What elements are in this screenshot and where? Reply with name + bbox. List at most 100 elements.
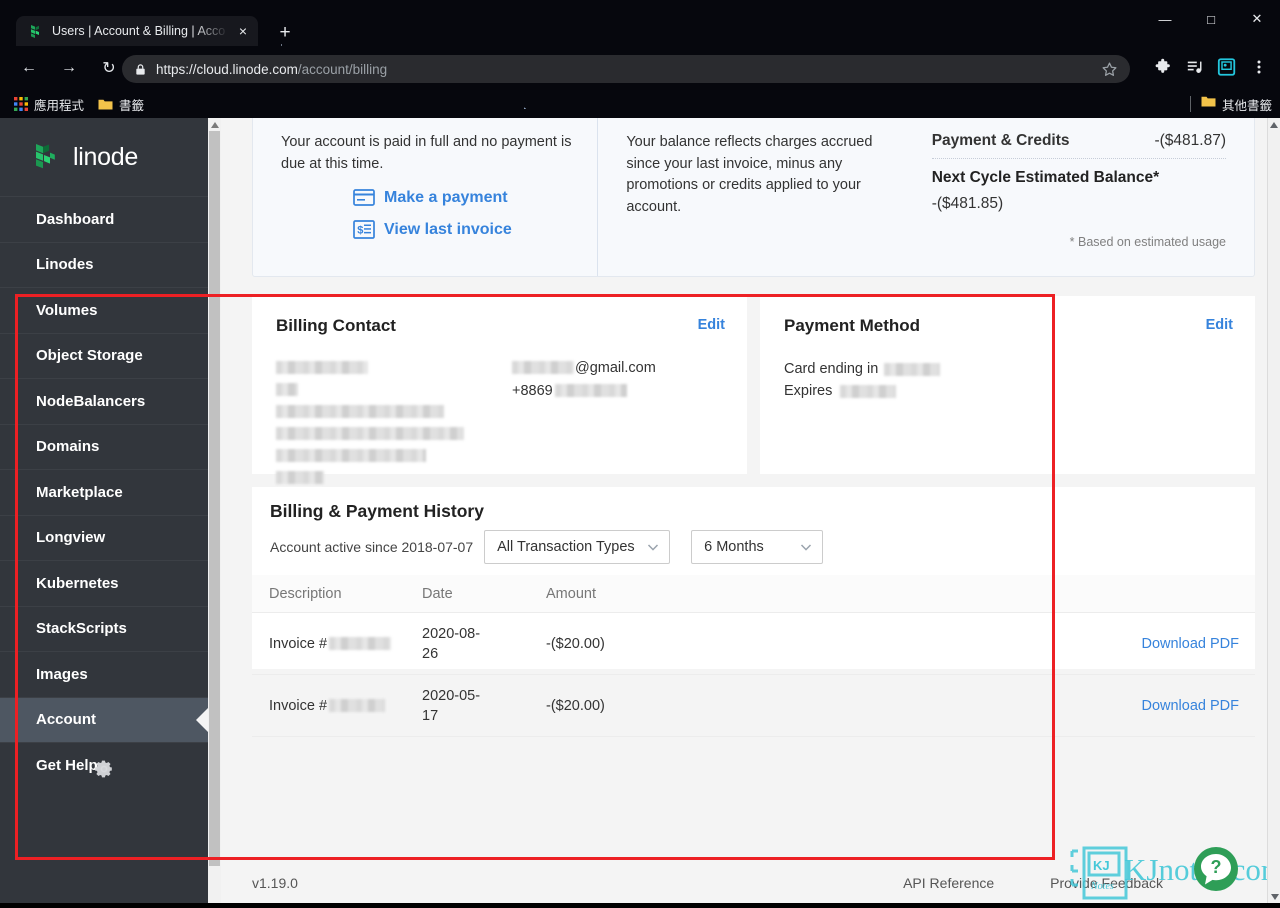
extensions-puzzle-icon[interactable] (1148, 52, 1178, 82)
reload-icon[interactable]: ↻ (92, 53, 126, 83)
payment-credits-row: Payment & Credits -($481.87) (932, 132, 1226, 150)
redacted-block (276, 405, 444, 418)
account-active-since: Account active since 2018-07-07 (270, 539, 473, 555)
scroll-down-arrow-icon[interactable] (1268, 890, 1280, 903)
address-bar[interactable]: https://cloud.linode.com/account/billing (122, 55, 1130, 83)
billing-history-header: Billing & Payment History Account active… (252, 487, 1255, 564)
bookmark-apps-label: 應用程式 (34, 95, 84, 114)
cell-amount: -($20.00) (484, 698, 684, 714)
billing-contact-email: @gmail.com (512, 358, 723, 377)
linode-favicon-icon (28, 23, 44, 39)
sidebar-item-stackscripts[interactable]: StackScripts (0, 606, 208, 652)
redacted-line (276, 446, 512, 465)
view-last-invoice-label: View last invoice (384, 221, 512, 239)
sidebar-item-images[interactable]: Images (0, 651, 208, 697)
sidebar-scrollbar[interactable] (208, 118, 221, 903)
profile-icon[interactable] (1212, 52, 1242, 82)
history-table-body: Invoice #2020-08-26-($20.00)Download PDF… (252, 613, 1255, 737)
next-cycle-value: -($481.85) (932, 195, 1226, 213)
sidebar-item-object-storage[interactable]: Object Storage (0, 333, 208, 379)
bookmark-star-icon[interactable] (1101, 61, 1118, 78)
summary-amounts-column: Payment & Credits -($481.87) Next Cycle … (912, 118, 1254, 276)
make-a-payment-link[interactable]: Make a payment (353, 188, 575, 207)
sidebar-item-volumes[interactable]: Volumes (0, 287, 208, 333)
bookmark-folder[interactable]: 書籤 (98, 95, 144, 114)
scroll-up-arrow-icon[interactable] (208, 118, 221, 131)
billing-history-controls: Account active since 2018-07-07 All Tran… (270, 530, 1255, 564)
sidebar-item-label: NodeBalancers (36, 393, 145, 410)
api-reference-link[interactable]: API Reference (903, 875, 994, 891)
minimize-button[interactable]: — (1142, 4, 1188, 34)
column-header-amount: Amount (546, 586, 746, 602)
page-scrollbar[interactable] (1267, 118, 1280, 903)
window-close-button[interactable]: ✕ (1234, 4, 1280, 34)
sidebar-item-label: Domains (36, 438, 99, 455)
payment-method-body: Card ending in Expires (784, 358, 1231, 402)
scroll-up-arrow-icon[interactable] (1268, 118, 1280, 131)
tab-close-icon[interactable]: × (234, 22, 252, 40)
redacted-block (276, 383, 298, 396)
redacted-block (276, 449, 426, 462)
sidebar-item-domains[interactable]: Domains (0, 424, 208, 470)
sidebar-item-linodes[interactable]: Linodes (0, 242, 208, 288)
media-list-icon[interactable] (1180, 52, 1210, 82)
browser-tab[interactable]: Users | Account & Billing | Acco × (16, 16, 258, 46)
sidebar-item-nodebalancers[interactable]: NodeBalancers (0, 378, 208, 424)
redacted-block (555, 384, 627, 397)
other-bookmarks-label: 其他書籤 (1222, 95, 1272, 114)
transaction-type-select[interactable]: All Transaction Types (484, 530, 670, 564)
help-button[interactable]: ? (1192, 845, 1240, 893)
window-controls: — □ ✕ (1142, 4, 1280, 34)
email-suffix-text: @gmail.com (575, 360, 656, 376)
billing-contact-title: Billing Contact (276, 316, 723, 336)
column-header-date: Date (422, 586, 546, 602)
chevron-down-icon (645, 539, 661, 555)
date-range-select[interactable]: 6 Months (691, 530, 823, 564)
invoice-number-prefix: Invoice # (269, 698, 327, 714)
other-bookmarks[interactable]: 其他書籤 (1190, 95, 1272, 114)
make-a-payment-label: Make a payment (384, 189, 508, 207)
sidebar-item-label: StackScripts (36, 620, 127, 637)
bookmark-apps[interactable]: 應用程式 (14, 95, 84, 114)
tab-strip: Users | Account & Billing | Acco × + — □… (0, 0, 1280, 46)
download-pdf-link[interactable]: Download PDF (684, 698, 1255, 714)
provide-feedback-link[interactable]: Provide Feedback (1050, 875, 1163, 891)
table-row[interactable]: Invoice #2020-08-26-($20.00)Download PDF (252, 613, 1255, 675)
tab-title: Users | Account & Billing | Acco (52, 24, 234, 38)
sidebar-settings-button[interactable] (0, 758, 208, 780)
url-path: /account/billing (298, 62, 387, 77)
cell-description: Invoice # (252, 698, 422, 714)
app-version: v1.19.0 (252, 875, 298, 891)
redacted-block (276, 361, 368, 374)
sidebar-scroll-thumb[interactable] (209, 131, 220, 866)
redacted-block (512, 361, 574, 374)
browser-menu-icon[interactable] (1244, 52, 1274, 82)
gear-icon (93, 758, 115, 780)
bookmark-folder-label: 書籤 (119, 95, 144, 114)
forward-icon[interactable]: → (52, 53, 86, 83)
sidebar-item-label: Images (36, 666, 88, 683)
summary-balance-column: Your balance reflects charges accrued si… (597, 118, 911, 276)
sidebar-item-kubernetes[interactable]: Kubernetes (0, 560, 208, 606)
maximize-button[interactable]: □ (1188, 4, 1234, 34)
redacted-block (276, 427, 464, 440)
linode-logo[interactable]: linode (0, 118, 208, 196)
payment-method-card: Payment Method Edit Card ending in Expir… (760, 296, 1255, 474)
folder-icon (98, 98, 113, 111)
sidebar-item-dashboard[interactable]: Dashboard (0, 196, 208, 242)
payment-card-icon (353, 188, 375, 207)
view-last-invoice-link[interactable]: $ View last invoice (353, 220, 575, 239)
sidebar-item-account[interactable]: Account (0, 697, 208, 743)
cell-date: 2020-05-17 (422, 686, 484, 726)
sidebar-item-longview[interactable]: Longview (0, 515, 208, 561)
new-tab-button[interactable]: + (272, 20, 298, 46)
payment-method-edit-link[interactable]: Edit (1206, 317, 1233, 333)
table-row[interactable]: Invoice # 2020-05-17-($20.00)Download PDF (252, 675, 1255, 737)
sidebar-item-marketplace[interactable]: Marketplace (0, 469, 208, 515)
billing-contact-card: Billing Contact Edit Taichung, Taichung (252, 296, 747, 474)
sidebar-item-label: Marketplace (36, 484, 123, 501)
redacted-block (329, 637, 391, 650)
download-pdf-link[interactable]: Download PDF (684, 636, 1255, 652)
back-icon[interactable]: ← (12, 53, 46, 83)
billing-contact-edit-link[interactable]: Edit (698, 317, 725, 333)
